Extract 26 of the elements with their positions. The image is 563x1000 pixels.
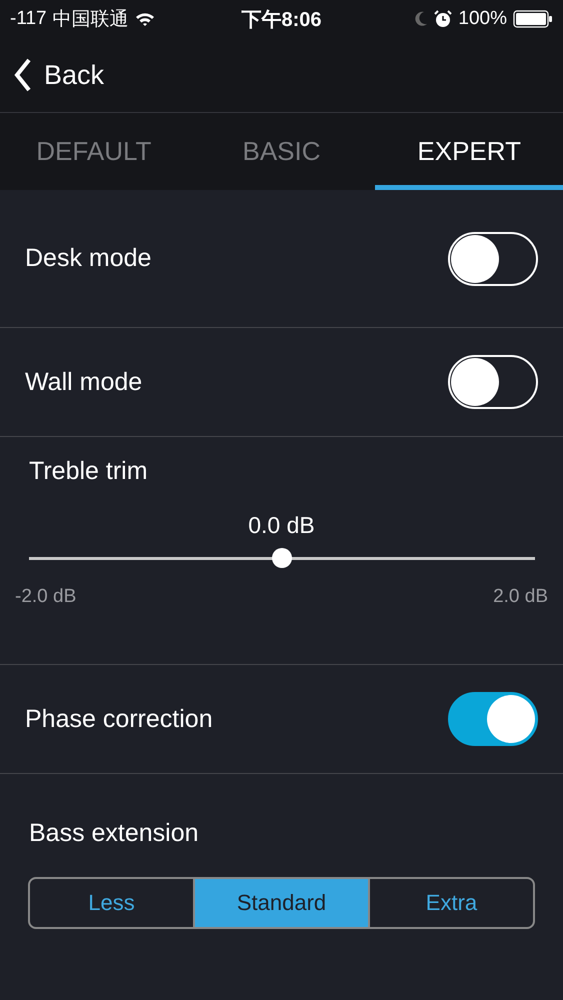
chevron-left-icon — [14, 58, 32, 92]
battery-icon — [513, 10, 553, 28]
back-button[interactable]: Back — [14, 58, 104, 92]
toggle-switch[interactable] — [448, 692, 538, 746]
setting-label: Desk mode — [25, 244, 152, 273]
slider-min-label: -2.0 dB — [15, 586, 76, 608]
setting-label: Wall mode — [25, 368, 142, 396]
setting-label: Treble trim — [29, 457, 149, 486]
alarm-icon — [434, 10, 452, 28]
wifi-icon — [134, 11, 155, 27]
clock-time: 下午8:06 — [241, 8, 322, 32]
carrier-name: 中国联通 — [52, 8, 129, 32]
tab[interactable]: EXPERT — [375, 113, 563, 190]
slider-thumb[interactable] — [272, 548, 292, 568]
setting-label: Bass extension — [29, 819, 200, 848]
signal-strength: -117 — [10, 8, 47, 30]
segment-option[interactable]: Standard — [193, 879, 368, 927]
segment-option[interactable]: Less — [30, 879, 194, 927]
tab[interactable]: DEFAULT — [0, 113, 188, 190]
segment-option[interactable]: Extra — [368, 879, 533, 927]
moon-icon — [414, 11, 428, 27]
battery-percent: 100% — [458, 8, 507, 30]
setting-label: Phase correction — [25, 704, 213, 734]
slider-max-label: 2.0 dB — [493, 586, 548, 608]
slider-value: 0.0 dB — [248, 512, 315, 539]
tab[interactable]: BASIC — [188, 113, 376, 190]
